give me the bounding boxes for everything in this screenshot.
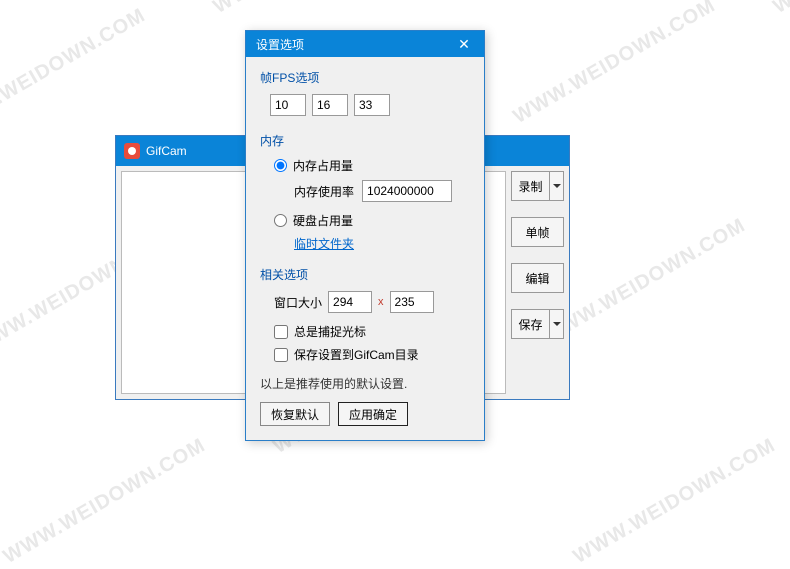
size-separator: x	[378, 296, 384, 308]
fps-input-1[interactable]	[270, 94, 306, 116]
save-button[interactable]: 保存	[511, 309, 564, 339]
record-dropdown-icon[interactable]	[549, 172, 563, 200]
watermark: WWW.WEIDOWN.COM	[510, 0, 720, 129]
record-label: 录制	[518, 178, 542, 195]
close-button[interactable]: ✕	[444, 31, 484, 57]
gifcam-sidebar: 录制 单帧 编辑 保存	[511, 166, 569, 399]
window-height-input[interactable]	[390, 291, 434, 313]
edit-button[interactable]: 编辑	[511, 263, 564, 293]
window-size-row: 窗口大小 x	[274, 291, 470, 313]
window-size-label: 窗口大小	[274, 294, 322, 311]
edit-label: 编辑	[525, 270, 549, 287]
fps-input-2[interactable]	[312, 94, 348, 116]
fps-input-3[interactable]	[354, 94, 390, 116]
save-dropdown-icon[interactable]	[549, 310, 563, 338]
memory-group: 内存占用量 内存使用率 硬盘占用量 临时文件夹	[274, 157, 470, 252]
footer-note: 以上是推荐使用的默认设置.	[260, 375, 470, 392]
watermark: WWW.WEIDOWN.COM	[210, 0, 420, 19]
dialog-button-row: 恢复默认 应用确定	[260, 402, 470, 426]
watermark: WWW.WEIDOWN.COM	[570, 434, 780, 569]
memory-usage-label: 内存使用率	[294, 183, 354, 200]
frame-button[interactable]: 单帧	[511, 217, 564, 247]
gifcam-title: GifCam	[146, 144, 187, 158]
save-label: 保存	[518, 316, 542, 333]
settings-title: 设置选项	[256, 36, 304, 53]
settings-titlebar[interactable]: 设置选项 ✕	[246, 31, 484, 57]
fps-row	[270, 94, 470, 116]
save-checkbox-label: 保存设置到GifCam目录	[294, 346, 419, 363]
memory-radio-mem-label: 内存占用量	[293, 157, 353, 174]
memory-radio-disk-label: 硬盘占用量	[293, 212, 353, 229]
cursor-checkbox-row[interactable]: 总是捕捉光标	[274, 323, 470, 340]
memory-radio-mem-input[interactable]	[274, 159, 287, 172]
watermark: WWW.WEIDOWN.COM	[770, 0, 790, 19]
settings-body: 帧FPS选项 内存 内存占用量 内存使用率 硬盘占用量 临时文件夹 相关选项	[246, 57, 484, 440]
settings-dialog: 设置选项 ✕ 帧FPS选项 内存 内存占用量 内存使用率 硬盘占用量 临时文件夹	[245, 30, 485, 441]
restore-defaults-button[interactable]: 恢复默认	[260, 402, 330, 426]
save-checkbox[interactable]	[274, 348, 288, 362]
window-width-input[interactable]	[328, 291, 372, 313]
frame-label: 单帧	[525, 224, 549, 241]
memory-usage-row: 内存使用率	[294, 180, 470, 202]
fps-section-label: 帧FPS选项	[260, 69, 470, 86]
watermark: WWW.WEIDOWN.COM	[540, 214, 750, 349]
memory-section-label: 内存	[260, 132, 470, 149]
save-checkbox-row[interactable]: 保存设置到GifCam目录	[274, 346, 470, 363]
related-group: 窗口大小 x 总是捕捉光标 保存设置到GifCam目录	[274, 291, 470, 363]
watermark: WWW.WEIDOWN.COM	[0, 4, 150, 139]
related-section-label: 相关选项	[260, 266, 470, 283]
memory-usage-input[interactable]	[362, 180, 452, 202]
record-button[interactable]: 录制	[511, 171, 564, 201]
memory-radio-disk-input[interactable]	[274, 214, 287, 227]
cursor-checkbox[interactable]	[274, 325, 288, 339]
memory-radio-disk[interactable]: 硬盘占用量	[274, 212, 470, 229]
temp-folder-link[interactable]: 临时文件夹	[294, 235, 354, 252]
cursor-checkbox-label: 总是捕捉光标	[294, 323, 366, 340]
memory-radio-mem[interactable]: 内存占用量	[274, 157, 470, 174]
apply-ok-button[interactable]: 应用确定	[338, 402, 408, 426]
gifcam-app-icon	[124, 143, 140, 159]
watermark: WWW.WEIDOWN.COM	[0, 434, 210, 569]
